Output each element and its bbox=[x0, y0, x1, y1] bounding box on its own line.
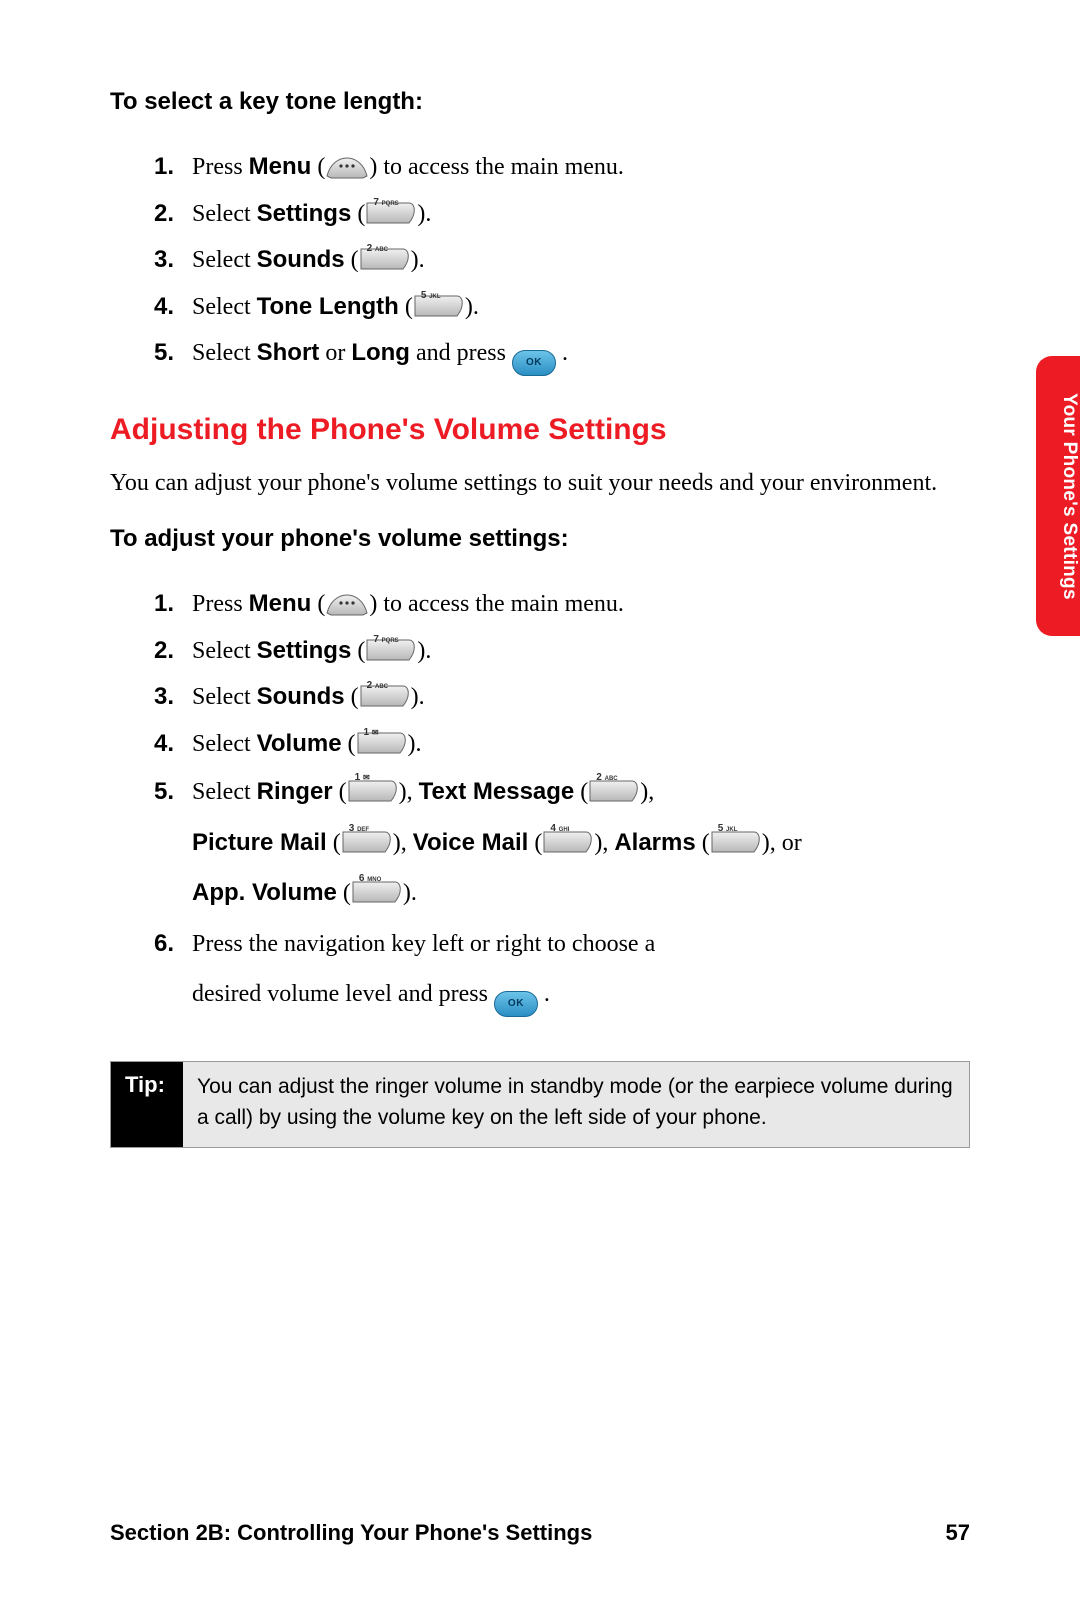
bold: App. Volume bbox=[192, 879, 337, 906]
text: . bbox=[419, 684, 425, 710]
bold: Sounds bbox=[257, 683, 345, 710]
step: 1. Press Menu () to access the main menu… bbox=[154, 144, 970, 191]
step-num: 3. bbox=[154, 237, 174, 283]
text: Select bbox=[192, 294, 257, 320]
subhead-key-tone: To select a key tone length: bbox=[110, 88, 970, 116]
bold: Alarms bbox=[614, 829, 695, 856]
text: desired volume level and press bbox=[192, 981, 494, 1007]
side-tab: Your Phone's Settings bbox=[1036, 356, 1080, 636]
key-1-icon: 1 ✉ bbox=[347, 771, 399, 795]
text: . bbox=[416, 731, 422, 757]
steps-volume: 1. Press Menu () to access the main menu… bbox=[154, 581, 970, 1019]
tip-label: Tip: bbox=[111, 1062, 183, 1147]
text: Select bbox=[192, 684, 257, 710]
bold: Short bbox=[257, 339, 320, 366]
steps-key-tone: 1. Press Menu () to access the main menu… bbox=[154, 144, 970, 377]
key-2-icon: 2 ABC bbox=[359, 242, 411, 266]
text: Select bbox=[192, 638, 257, 664]
step-num: 1. bbox=[154, 581, 174, 627]
text: Select bbox=[192, 340, 257, 366]
bold: Long bbox=[351, 339, 410, 366]
key-5-icon: 5 JKL bbox=[710, 822, 762, 846]
step: 6. Press the navigation key left or righ… bbox=[154, 919, 970, 1020]
text: . bbox=[425, 638, 431, 664]
footer: Section 2B: Controlling Your Phone's Set… bbox=[110, 1520, 970, 1546]
menu-key-icon bbox=[325, 146, 369, 180]
step: 1. Press Menu () to access the main menu… bbox=[154, 581, 970, 628]
text: , bbox=[401, 830, 413, 856]
bold: Menu bbox=[249, 590, 312, 617]
text: Press bbox=[192, 591, 249, 617]
text: , bbox=[602, 830, 614, 856]
bold: Ringer bbox=[257, 778, 333, 805]
step: 3. Select Sounds (2 ABC). bbox=[154, 674, 970, 721]
bold: Settings bbox=[257, 200, 352, 227]
text: Press the navigation key left or right t… bbox=[192, 931, 655, 957]
key-3-icon: 3 DEF bbox=[341, 822, 393, 846]
text: , bbox=[648, 779, 654, 805]
step-num: 2. bbox=[154, 628, 174, 674]
bold: Voice Mail bbox=[413, 829, 529, 856]
bold: Tone Length bbox=[257, 293, 399, 320]
step-num: 6. bbox=[154, 919, 174, 969]
step: 3. Select Sounds (2 ABC). bbox=[154, 237, 970, 284]
key-5-icon: 5 JKL bbox=[413, 289, 465, 313]
text: , bbox=[407, 779, 419, 805]
text: Select bbox=[192, 731, 257, 757]
ok-key-icon: OK bbox=[494, 991, 538, 1017]
ok-key-icon: OK bbox=[512, 350, 556, 376]
key-2-icon: 2 ABC bbox=[359, 679, 411, 703]
section-title: Adjusting the Phone's Volume Settings bbox=[110, 413, 970, 447]
bold: Picture Mail bbox=[192, 829, 327, 856]
text: or bbox=[319, 340, 351, 366]
key-6-icon: 6 MNO bbox=[351, 872, 403, 896]
step-num: 5. bbox=[154, 330, 174, 376]
step-num: 4. bbox=[154, 721, 174, 767]
text: Press bbox=[192, 154, 249, 180]
step: 5. Select Short or Long and press OK . bbox=[154, 330, 970, 377]
text: . bbox=[411, 880, 417, 906]
bold: Text Message bbox=[419, 778, 575, 805]
intro-text: You can adjust your phone's volume setti… bbox=[110, 465, 970, 501]
text: to access the main menu. bbox=[377, 591, 624, 617]
subhead-volume: To adjust your phone's volume settings: bbox=[110, 525, 970, 553]
text: Select bbox=[192, 247, 257, 273]
text: and press bbox=[410, 340, 512, 366]
text: , or bbox=[770, 830, 802, 856]
step: 4. Select Tone Length (5 JKL). bbox=[154, 284, 970, 331]
step-num: 2. bbox=[154, 191, 174, 237]
bold: Volume bbox=[257, 730, 342, 757]
page-number: 57 bbox=[946, 1520, 970, 1546]
tip-box: Tip: You can adjust the ringer volume in… bbox=[110, 1061, 970, 1148]
bold: Menu bbox=[249, 153, 312, 180]
text: . bbox=[473, 294, 479, 320]
step-num: 5. bbox=[154, 767, 174, 817]
bold: Sounds bbox=[257, 246, 345, 273]
text: . bbox=[538, 981, 550, 1007]
text: . bbox=[556, 340, 568, 366]
key-1-icon: 1 ✉ bbox=[356, 726, 408, 750]
text: to access the main menu. bbox=[377, 154, 624, 180]
step-num: 3. bbox=[154, 674, 174, 720]
step: 4. Select Volume (1 ✉). bbox=[154, 721, 970, 768]
menu-key-icon bbox=[325, 583, 369, 617]
text: Select bbox=[192, 201, 257, 227]
step: 2. Select Settings (7 PQRS). bbox=[154, 191, 970, 238]
step-num: 4. bbox=[154, 284, 174, 330]
bold: Settings bbox=[257, 637, 352, 664]
key-7-icon: 7 PQRS bbox=[365, 196, 417, 220]
step: 5. Select Ringer (1 ✉), Text Message (2 … bbox=[154, 767, 970, 918]
key-2-icon: 2 ABC bbox=[588, 771, 640, 795]
text: . bbox=[419, 247, 425, 273]
text: . bbox=[425, 201, 431, 227]
key-4-icon: 4 GHI bbox=[542, 822, 594, 846]
step-num: 1. bbox=[154, 144, 174, 190]
key-7-icon: 7 PQRS bbox=[365, 633, 417, 657]
text: Select bbox=[192, 779, 257, 805]
step: 2. Select Settings (7 PQRS). bbox=[154, 628, 970, 675]
footer-section: Section 2B: Controlling Your Phone's Set… bbox=[110, 1520, 592, 1546]
tip-body: You can adjust the ringer volume in stan… bbox=[183, 1062, 969, 1147]
